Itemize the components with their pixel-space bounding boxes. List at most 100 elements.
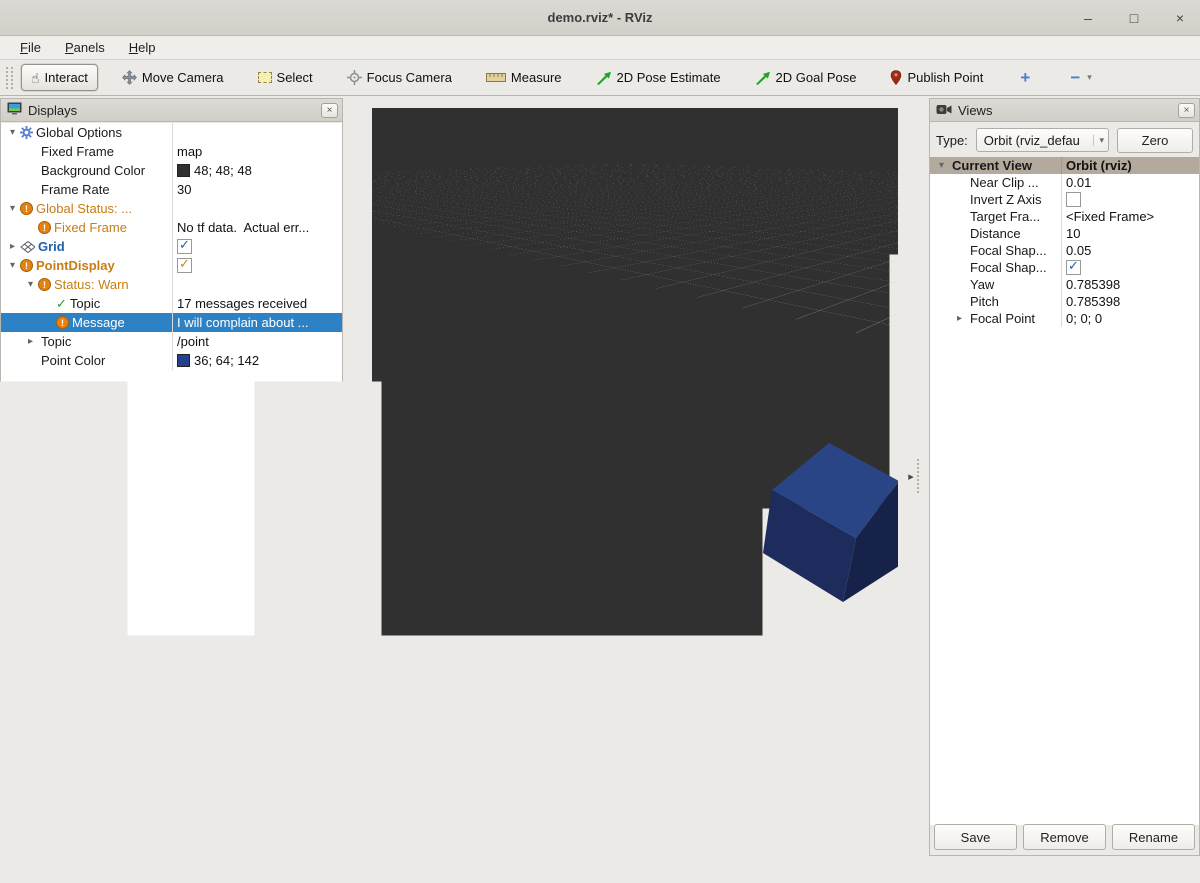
tree-row-background-color[interactable]: Background Color48; 48; 48 bbox=[1, 161, 342, 180]
tool-2d-pose-estimate[interactable]: 2D Pose Estimate bbox=[586, 64, 731, 91]
tool-move-camera[interactable]: Move Camera bbox=[112, 64, 234, 91]
reset-button[interactable]: Reset bbox=[6, 859, 58, 881]
views-panel-header[interactable]: Views × bbox=[930, 99, 1199, 122]
add-tool-button[interactable]: + bbox=[1007, 67, 1043, 89]
maximize-button[interactable]: □ bbox=[1124, 10, 1144, 26]
tree-row-current-view[interactable]: ▾Current ViewOrbit (rviz) bbox=[930, 157, 1199, 174]
cube[interactable] bbox=[372, 108, 898, 845]
type-label: Type: bbox=[936, 133, 968, 148]
tool-publish-point[interactable]: Publish Point bbox=[880, 64, 993, 91]
property-value[interactable]: ✓ bbox=[173, 237, 342, 256]
property-value[interactable]: 30 bbox=[173, 180, 342, 199]
tree-row-fixed-frame[interactable]: !Fixed FrameNo tf data. Actual err... bbox=[1, 218, 342, 237]
menu-help[interactable]: Help bbox=[119, 38, 166, 57]
tool-select[interactable]: Select bbox=[248, 64, 323, 91]
focus-icon bbox=[347, 70, 362, 85]
property-value[interactable]: 17 messages received bbox=[173, 294, 342, 313]
property-value[interactable]: 0.05 bbox=[1062, 242, 1199, 259]
property-value[interactable]: ✓ bbox=[173, 256, 342, 275]
collapse-left-icon[interactable]: ◂ bbox=[357, 470, 363, 483]
expander-closed-icon[interactable]: ▸ bbox=[23, 336, 38, 347]
menu-panels[interactable]: Panels bbox=[55, 38, 115, 57]
property-value[interactable]: <Fixed Frame> bbox=[1062, 208, 1199, 225]
close-button[interactable]: × bbox=[1170, 10, 1190, 26]
tree-row-distance[interactable]: Distance10 bbox=[930, 225, 1199, 242]
tree-row-point-color[interactable]: Point Color36; 64; 142 bbox=[1, 351, 342, 370]
property-value[interactable]: Orbit (rviz) bbox=[1062, 157, 1199, 174]
expander-open-icon[interactable]: ▾ bbox=[5, 203, 20, 214]
value-text: /point bbox=[177, 334, 209, 349]
expander-open-icon[interactable]: ▾ bbox=[934, 160, 949, 171]
tree-row-near-clip-[interactable]: Near Clip ... 0.01 bbox=[930, 174, 1199, 191]
3d-viewport[interactable] bbox=[372, 108, 898, 845]
tree-row-status-warn[interactable]: ▾!Status: Warn bbox=[1, 275, 342, 294]
property-value[interactable]: map bbox=[173, 142, 342, 161]
property-value[interactable]: I will complain about ... bbox=[173, 313, 342, 332]
tool-measure[interactable]: Measure bbox=[476, 64, 572, 91]
property-value[interactable]: 0.785398 bbox=[1062, 293, 1199, 310]
tree-row-global-status-[interactable]: ▾!Global Status: ... bbox=[1, 199, 342, 218]
checkbox[interactable]: ✓ bbox=[177, 258, 192, 273]
property-label: Near Clip ... bbox=[970, 175, 1039, 190]
tree-row-topic[interactable]: ▸Topic/point bbox=[1, 332, 342, 351]
tree-row-focal-shap-[interactable]: Focal Shap...✓ bbox=[930, 259, 1199, 276]
save-button[interactable]: Save bbox=[934, 824, 1017, 850]
splitter-handle[interactable] bbox=[352, 459, 354, 493]
tree-row-message[interactable]: !MessageI will complain about ... bbox=[1, 313, 342, 332]
tree-row-frame-rate[interactable]: Frame Rate30 bbox=[1, 180, 342, 199]
toolbar-drag-handle[interactable] bbox=[6, 67, 13, 89]
tree-row-invert-z-axis[interactable]: Invert Z Axis bbox=[930, 191, 1199, 208]
tree-row-focal-point[interactable]: ▸Focal Point0; 0; 0 bbox=[930, 310, 1199, 327]
property-value[interactable]: 36; 64; 142 bbox=[173, 351, 342, 370]
left-panel-splitter[interactable]: ◂ bbox=[343, 96, 372, 856]
splitter-handle[interactable] bbox=[917, 459, 919, 493]
expander-closed-icon[interactable]: ▸ bbox=[952, 313, 967, 324]
tree-row-target-fra-[interactable]: Target Fra...<Fixed Frame> bbox=[930, 208, 1199, 225]
collapse-right-icon[interactable]: ▸ bbox=[908, 470, 914, 483]
tree-row-global-options[interactable]: ▾Global Options bbox=[1, 123, 342, 142]
checkbox[interactable]: ✓ bbox=[1066, 260, 1081, 275]
property-value[interactable]: No tf data. Actual err... bbox=[173, 218, 342, 237]
checkbox[interactable] bbox=[1066, 192, 1081, 207]
property-value[interactable]: 0.01 bbox=[1062, 174, 1199, 191]
tree-row-topic[interactable]: ✓Topic17 messages received bbox=[1, 294, 342, 313]
remove-tool-button[interactable]: −▾ bbox=[1057, 67, 1104, 89]
minimize-button[interactable]: – bbox=[1078, 10, 1098, 26]
tool-interact[interactable]: ☝Interact bbox=[21, 64, 98, 91]
add-button[interactable]: Add bbox=[5, 822, 84, 848]
checkbox[interactable]: ✓ bbox=[177, 239, 192, 254]
property-value[interactable]: 48; 48; 48 bbox=[173, 161, 342, 180]
property-value[interactable] bbox=[173, 275, 342, 294]
resize-grip[interactable] bbox=[1187, 870, 1198, 881]
rename-button[interactable]: Rename bbox=[1112, 824, 1195, 850]
property-value[interactable]: ✓ bbox=[1062, 259, 1199, 276]
remove-button[interactable]: Remove bbox=[1023, 824, 1106, 850]
expander-open-icon[interactable]: ▾ bbox=[5, 127, 20, 138]
tree-row-yaw[interactable]: Yaw0.785398 bbox=[930, 276, 1199, 293]
tree-row-grid[interactable]: ▸Grid✓ bbox=[1, 237, 342, 256]
tree-row-pointdisplay[interactable]: ▾!PointDisplay✓ bbox=[1, 256, 342, 275]
view-type-dropdown[interactable]: Orbit (rviz_defau ▾ bbox=[976, 128, 1109, 152]
expander-closed-icon[interactable]: ▸ bbox=[5, 241, 20, 252]
property-value[interactable]: 0.785398 bbox=[1062, 276, 1199, 293]
expander-open-icon[interactable]: ▾ bbox=[5, 260, 20, 271]
displays-close-icon[interactable]: × bbox=[321, 103, 338, 118]
tool-focus-camera[interactable]: Focus Camera bbox=[337, 64, 462, 91]
tree-row-focal-shap-[interactable]: Focal Shap...0.05 bbox=[930, 242, 1199, 259]
tree-row-fixed-frame[interactable]: Fixed Framemap bbox=[1, 142, 342, 161]
property-value[interactable]: /point bbox=[173, 332, 342, 351]
tool-2d-goal-pose[interactable]: 2D Goal Pose bbox=[745, 64, 867, 91]
pin-icon bbox=[890, 70, 902, 85]
menu-file[interactable]: File bbox=[10, 38, 51, 57]
property-value[interactable]: 0; 0; 0 bbox=[1062, 310, 1199, 327]
displays-panel-header[interactable]: Displays × bbox=[1, 99, 342, 122]
zero-button[interactable]: Zero bbox=[1117, 128, 1193, 153]
property-value[interactable] bbox=[173, 123, 342, 142]
views-close-icon[interactable]: × bbox=[1178, 103, 1195, 118]
property-value[interactable] bbox=[1062, 191, 1199, 208]
property-value[interactable]: 10 bbox=[1062, 225, 1199, 242]
expander-open-icon[interactable]: ▾ bbox=[23, 279, 38, 290]
property-value[interactable] bbox=[173, 199, 342, 218]
right-panel-splitter[interactable]: ▸ bbox=[898, 96, 929, 856]
tree-row-pitch[interactable]: Pitch0.785398 bbox=[930, 293, 1199, 310]
